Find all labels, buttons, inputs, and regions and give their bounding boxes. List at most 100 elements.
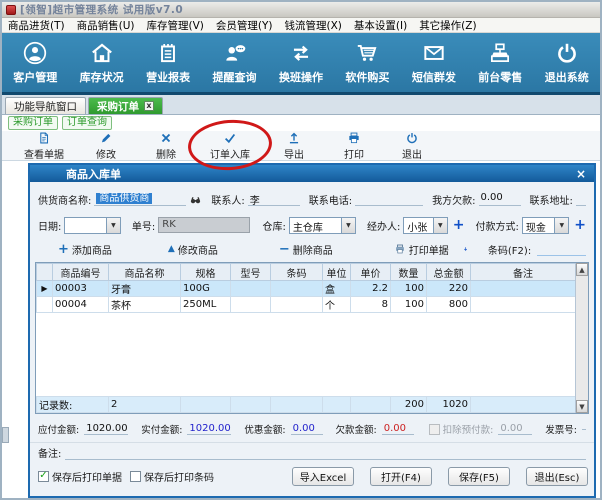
cell-qty: 100: [390, 296, 427, 313]
app-window: [领智]超市管理系统 试用版v7.0 商品进货(T) 商品销售(U) 库存管理(…: [0, 0, 602, 500]
invoice-input[interactable]: [581, 428, 586, 430]
order-toolbar: 查看单据 修改 删除 订单入库 导出 打印 退出: [2, 131, 600, 161]
grid-header[interactable]: 商品编号: [52, 263, 109, 281]
print-receipt-label: 打印单据: [408, 245, 449, 257]
order-toolbar-edit[interactable]: 修改: [76, 131, 136, 161]
main-toolbar: 客户管理 库存状况 营业报表 提醒查询 换班操作 软件购买 短信群发 前台零售: [2, 33, 600, 95]
toolbar-item-front-retail[interactable]: 前台零售: [467, 33, 533, 92]
print-barcode-after-save-checkbox[interactable]: [130, 470, 141, 482]
shift-change-icon: [293, 45, 309, 61]
chevron-down-icon[interactable]: [105, 217, 120, 233]
toolbar-label: 换班操作: [278, 71, 323, 84]
delete-product-button[interactable]: − 删除商品: [279, 242, 333, 257]
chevron-down-icon[interactable]: [432, 217, 447, 233]
print-barcode-after-save-label: 保存后打印条码: [144, 472, 214, 484]
print-receipt-after-save-option[interactable]: 保存后打印单据: [38, 469, 122, 484]
export-icon: [289, 132, 299, 143]
grid-header[interactable]: 数量: [390, 263, 427, 281]
grid-header[interactable]: 商品名称: [108, 263, 181, 281]
payment-combobox[interactable]: 现金: [521, 216, 570, 234]
handler-combobox[interactable]: 小张: [403, 216, 448, 234]
menu-item-settings[interactable]: 基本设置(I): [354, 18, 407, 33]
order-toolbar-view-document[interactable]: 查看单据: [12, 131, 76, 161]
grid-header[interactable]: 总金额: [426, 263, 471, 281]
purchase-order-page: 采购订单 订单查询 查看单据 修改 删除 订单入库 导出 打印 退出 商品入库单…: [2, 115, 600, 498]
print-barcode-after-save-option[interactable]: 保存后打印条码: [130, 469, 214, 484]
sub-tabs: 采购订单 订单查询: [2, 115, 600, 131]
exit-esc-button[interactable]: 退出(Esc): [526, 466, 588, 486]
print-receipt-button[interactable]: 打印单据: [394, 242, 449, 257]
add-product-button[interactable]: + 添加商品: [58, 242, 112, 257]
subtab-order-query[interactable]: 订单查询: [62, 116, 112, 130]
grid-vertical-scrollbar[interactable]: ▲ ▼: [575, 263, 588, 413]
address-field[interactable]: [575, 192, 586, 206]
supplier-name-field[interactable]: 商品供货商: [94, 192, 187, 206]
menu-item-other[interactable]: 其它操作(Z): [419, 18, 476, 33]
grid-header[interactable]: 型号: [230, 263, 271, 281]
delete-x-icon: [161, 133, 171, 142]
phone-label: 联系电话:: [308, 195, 353, 207]
table-row[interactable]: ▶ 00003 牙膏 100G 盒 2.2 100 220: [36, 280, 575, 297]
tab-function-nav[interactable]: 功能导航窗口: [5, 97, 86, 114]
warehouse-combobox[interactable]: 主仓库: [288, 216, 356, 234]
menu-item-sales[interactable]: 商品销售(U): [77, 18, 135, 33]
supplier-name-value: 商品供货商: [96, 193, 153, 204]
toolbar-item-shift-change[interactable]: 换班操作: [268, 33, 334, 92]
add-payment-plus-icon[interactable]: +: [574, 218, 586, 232]
power-icon: [557, 43, 576, 63]
chevron-down-icon[interactable]: [554, 217, 569, 233]
add-handler-plus-icon[interactable]: +: [453, 218, 465, 232]
toolbar-item-stock-status[interactable]: 库存状况: [68, 33, 134, 92]
import-excel-button[interactable]: 导入Excel: [292, 466, 354, 486]
subtab-purchase-order[interactable]: 采购订单: [8, 116, 58, 130]
grid-header[interactable]: 单价: [350, 263, 391, 281]
table-row[interactable]: 00004 茶杯 250ML 个 8 100 800: [36, 296, 575, 313]
date-combobox[interactable]: [64, 216, 121, 234]
close-icon[interactable]: ×: [576, 168, 586, 180]
menu-item-purchase[interactable]: 商品进货(T): [8, 18, 65, 33]
grid-header[interactable]: 备注: [470, 263, 575, 281]
menu-item-cashflow[interactable]: 钱流管理(X): [285, 18, 342, 33]
phone-field[interactable]: [355, 192, 424, 206]
scroll-up-icon[interactable]: ▲: [576, 263, 588, 276]
toolbar-item-sms-broadcast[interactable]: 短信群发: [401, 33, 467, 92]
tab-purchase-order[interactable]: 采购订单 x: [88, 97, 163, 114]
order-toolbar-delete[interactable]: 删除: [136, 131, 196, 161]
scrollbar-track[interactable]: [576, 276, 588, 400]
contact-field[interactable]: 李: [247, 192, 300, 207]
remark-input[interactable]: [65, 446, 586, 460]
debt-label: 欠款金额:: [335, 425, 377, 436]
order-toolbar-stock-in[interactable]: 订单入库: [196, 131, 264, 161]
tab-close-icon[interactable]: x: [144, 101, 154, 111]
chevron-down-icon[interactable]: [340, 217, 355, 233]
bottom-row: 保存后打印单据 保存后打印条码 导入Excel 打开(F4) 保存(F5) 退出…: [30, 462, 594, 490]
toolbar-item-reminder-query[interactable]: 提醒查询: [201, 33, 267, 92]
grid-header[interactable]: 规格: [180, 263, 231, 281]
left-edge-widget[interactable]: [2, 427, 9, 443]
binoculars-icon[interactable]: [189, 193, 202, 206]
order-toolbar-print[interactable]: 打印: [324, 131, 384, 161]
grid-header[interactable]: 单位: [322, 263, 351, 281]
cell-price: 8: [350, 296, 391, 313]
arrow-down-icon[interactable]: [463, 243, 468, 255]
grid-header[interactable]: 条码: [270, 263, 323, 281]
discount-input[interactable]: 0.00: [290, 423, 323, 435]
deduct-prepay-checkbox[interactable]: [428, 423, 440, 435]
button-group: 导入Excel 打开(F4) 保存(F5) 退出(Esc): [290, 466, 588, 486]
edit-product-button[interactable]: ▲ 修改商品: [168, 242, 218, 257]
menu-item-inventory[interactable]: 库存管理(V): [147, 18, 204, 33]
barcode-input[interactable]: [537, 242, 586, 256]
scroll-down-icon[interactable]: ▼: [576, 400, 588, 413]
toolbar-item-exit-system[interactable]: 退出系统: [534, 33, 600, 92]
toolbar-item-business-report[interactable]: 营业报表: [135, 33, 201, 92]
save-f5-button[interactable]: 保存(F5): [448, 466, 510, 486]
toolbar-item-software-purchase[interactable]: 软件购买: [334, 33, 400, 92]
order-toolbar-exit[interactable]: 退出: [384, 131, 440, 161]
order-toolbar-export[interactable]: 导出: [264, 131, 324, 161]
menu-item-members[interactable]: 会员管理(Y): [216, 18, 273, 33]
toolbar-item-customer-management[interactable]: 客户管理: [2, 33, 68, 92]
toolbar-label: 退出系统: [544, 71, 589, 84]
print-receipt-after-save-checkbox[interactable]: [38, 470, 49, 482]
paid-input[interactable]: 1020.00: [187, 423, 232, 435]
open-f4-button[interactable]: 打开(F4): [370, 466, 432, 486]
